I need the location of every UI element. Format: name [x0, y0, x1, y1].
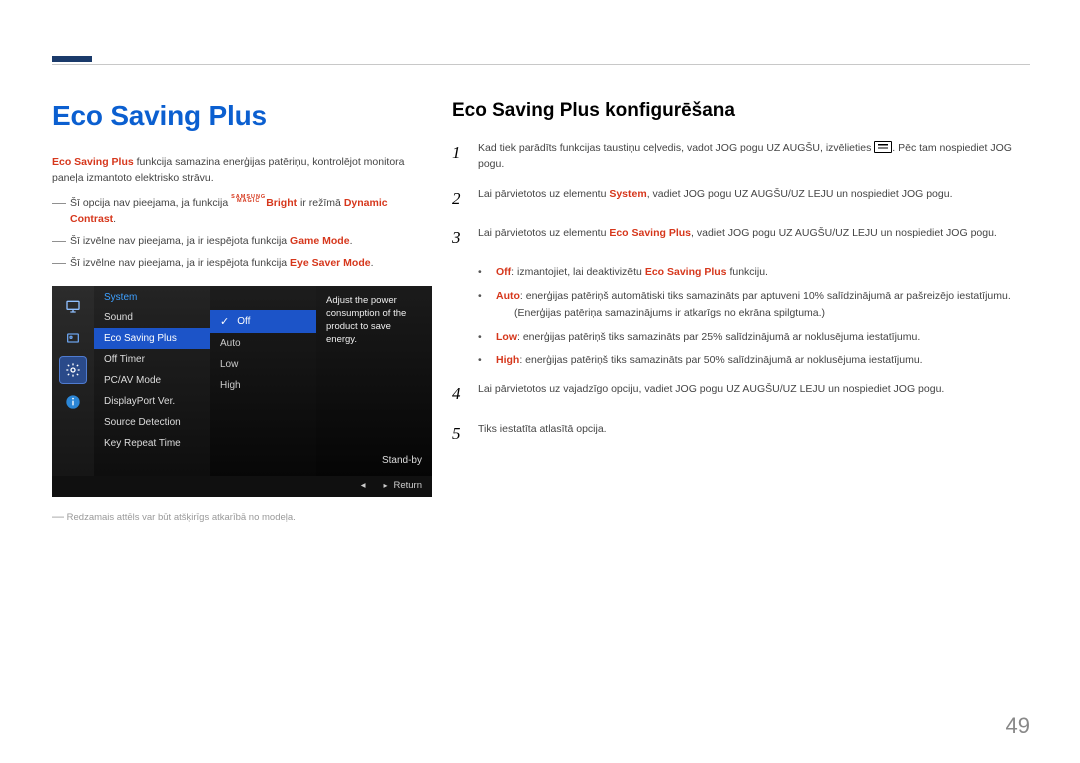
note-2: ― Šī izvēlne nav pieejama, ja ir iespējo…: [52, 233, 422, 249]
note-3: ― Šī izvēlne nav pieejama, ja ir iespējo…: [52, 255, 422, 271]
osd-description-column: Adjust the power consumption of the prod…: [316, 286, 432, 476]
picture-icon: [60, 325, 86, 351]
step-1: 1 Kad tiek parādīts funkcijas taustiņu c…: [452, 140, 1030, 173]
step-3: 3 Lai pārvietotos uz elementu Eco Saving…: [452, 225, 1030, 251]
samsung-magic-mark: SAMSUNGMAGIC: [231, 196, 266, 204]
osd-description: Adjust the power consumption of the prod…: [326, 294, 422, 347]
bullet-off: • Off: izmantojiet, lai deaktivizētu Eco…: [478, 264, 1030, 281]
option-item: High: [210, 375, 316, 396]
note-1: ― Šī opcija nav pieejama, ja funkcija SA…: [52, 195, 422, 228]
image-footnote: ― Redzamais attēls var būt atšķirīgs atk…: [52, 509, 422, 523]
header-accent: [52, 56, 92, 62]
osd-category-header: System: [94, 286, 210, 307]
menu-icon: [874, 141, 892, 153]
note-dash: ―: [52, 195, 70, 228]
osd-standby-label: Stand-by: [382, 455, 422, 466]
osd-icon-column: [52, 286, 94, 476]
header-rule: [52, 64, 1030, 65]
bullet-low: • Low: enerģijas patēriņš tiks samazināt…: [478, 329, 1030, 346]
option-selected: ✓Off: [210, 310, 316, 333]
info-icon: [60, 389, 86, 415]
step-4: 4 Lai pārvietotos uz vajadzīgo opciju, v…: [452, 381, 1030, 407]
right-column: Eco Saving Plus konfigurēšana 1 Kad tiek…: [452, 100, 1030, 523]
check-icon: ✓: [220, 315, 229, 328]
list-item: Source Detection: [94, 412, 210, 433]
gear-icon: [60, 357, 86, 383]
osd-menu-graphic: System Sound Eco Saving Plus Off Timer P…: [52, 286, 432, 497]
step-5: 5 Tiks iestatīta atlasītā opcija.: [452, 421, 1030, 447]
list-item: PC/AV Mode: [94, 370, 210, 391]
intro-paragraph: Eco Saving Plus funkcija samazina enerģi…: [52, 154, 422, 187]
bullet-auto: • Auto: enerģijas patēriņš automātiski t…: [478, 288, 1030, 322]
option-item: Low: [210, 354, 316, 375]
list-item: Key Repeat Time: [94, 433, 210, 454]
return-label: ▸Return: [383, 480, 422, 491]
page-number: 49: [1006, 713, 1030, 739]
osd-footer: ◂ ▸Return: [52, 476, 432, 497]
list-item: DisplayPort Ver.: [94, 391, 210, 412]
nav-left-icon: ◂: [361, 480, 366, 491]
left-column: Eco Saving Plus Eco Saving Plus funkcija…: [52, 100, 452, 523]
bullet-high: • High: enerģijas patēriņš tiks samazinā…: [478, 352, 1030, 369]
osd-option-column: ✓Off Auto Low High: [210, 286, 316, 476]
option-item: Auto: [210, 333, 316, 354]
step-2: 2 Lai pārvietotos uz elementu System, va…: [452, 186, 1030, 212]
section-title: Eco Saving Plus: [52, 100, 422, 132]
osd-list-column: System Sound Eco Saving Plus Off Timer P…: [94, 286, 210, 476]
step-3-bullets: • Off: izmantojiet, lai deaktivizētu Eco…: [478, 264, 1030, 369]
subsection-title: Eco Saving Plus konfigurēšana: [452, 100, 1030, 122]
monitor-icon: [60, 293, 86, 319]
list-item: Off Timer: [94, 349, 210, 370]
list-item: Sound: [94, 307, 210, 328]
list-item-selected: Eco Saving Plus: [94, 328, 210, 349]
intro-bold: Eco Saving Plus: [52, 156, 134, 168]
